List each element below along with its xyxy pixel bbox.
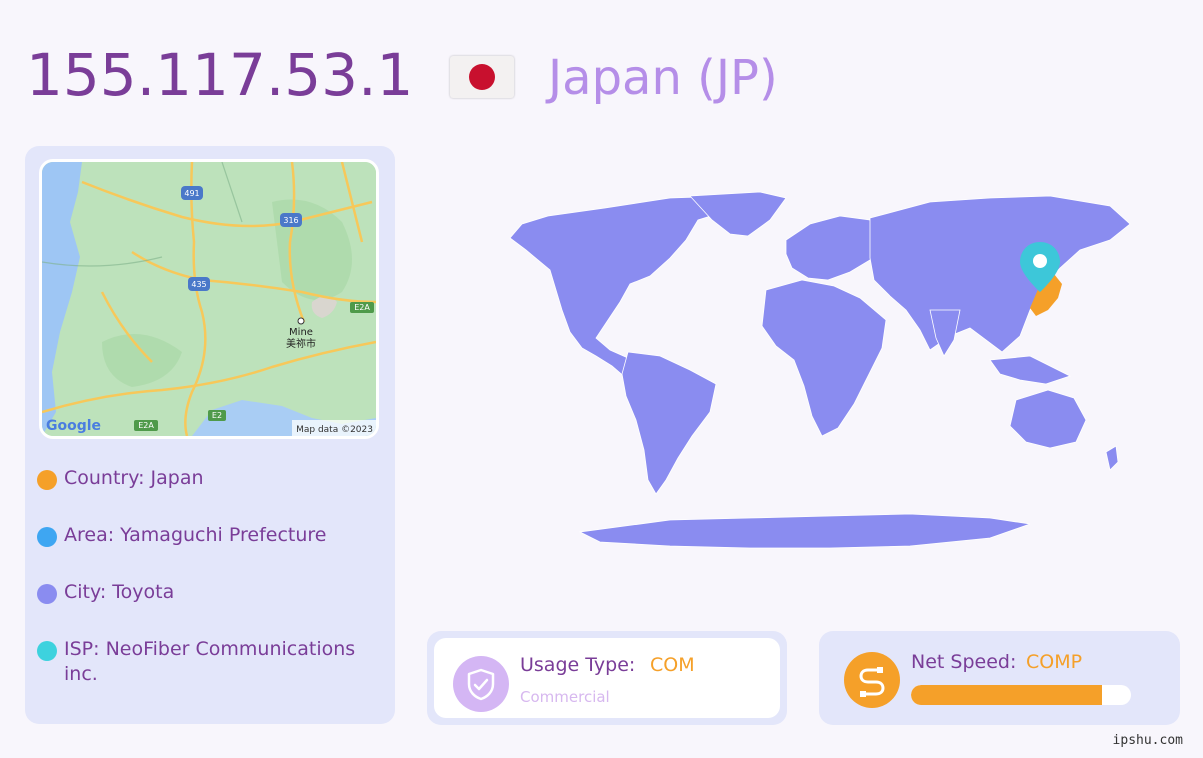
ip-address: 155.117.53.1 (26, 41, 414, 109)
country-title: Japan (JP) (548, 50, 778, 106)
google-logo: Google (46, 418, 101, 434)
map-city-label-jp: 美祢市 (286, 337, 316, 350)
world-map (430, 180, 1190, 560)
road-badge: 316 (283, 216, 298, 225)
australia (1009, 389, 1087, 449)
japan-flag-icon (450, 56, 514, 98)
south-america (621, 351, 717, 495)
new-zealand (1105, 445, 1119, 471)
area-bullet-icon (37, 527, 57, 547)
usage-type-value: COM (650, 654, 695, 676)
connection-icon (844, 652, 900, 708)
map-attribution: Map data ©2023 (296, 425, 373, 435)
road-badge: E2 (212, 411, 222, 420)
asia (869, 195, 1131, 353)
net-speed-card: Net Speed: COMP (819, 631, 1180, 725)
info-area: Area: Yamaguchi Prefecture (37, 523, 326, 548)
map-city-label: Mine (289, 327, 313, 338)
road-badge: E2A (138, 421, 154, 430)
road-badge: 435 (191, 280, 206, 289)
usage-type-card: Usage Type: COM Commercial (427, 631, 787, 725)
info-city: City: Toyota (37, 580, 174, 605)
usage-type-description: Commercial (520, 688, 610, 706)
mini-map[interactable]: 491 316 435 E2A E2 E2A Mine 美祢市 Google M… (39, 159, 379, 439)
europe (785, 215, 881, 281)
road-badge: E2A (354, 303, 370, 312)
isp-bullet-icon (37, 641, 57, 661)
net-speed-bar-fill (911, 685, 1103, 705)
watermark: ipshu.com (1112, 733, 1183, 748)
country-bullet-icon (37, 470, 57, 490)
usage-type-label: Usage Type: (520, 654, 636, 676)
net-speed-bar (911, 685, 1131, 705)
info-isp: ISP: NeoFiber Communications inc. (37, 637, 394, 687)
shield-check-icon (453, 656, 509, 712)
net-speed-value: COMP (1026, 651, 1083, 673)
southeast-asia (989, 355, 1072, 385)
antarctica (578, 513, 1031, 549)
info-country: Country: Japan (37, 466, 204, 491)
africa (761, 279, 887, 437)
road-badge: 491 (184, 189, 199, 198)
location-panel: 491 316 435 E2A E2 E2A Mine 美祢市 Google M… (25, 146, 395, 724)
net-speed-label: Net Speed: (911, 651, 1017, 673)
city-bullet-icon (37, 584, 57, 604)
